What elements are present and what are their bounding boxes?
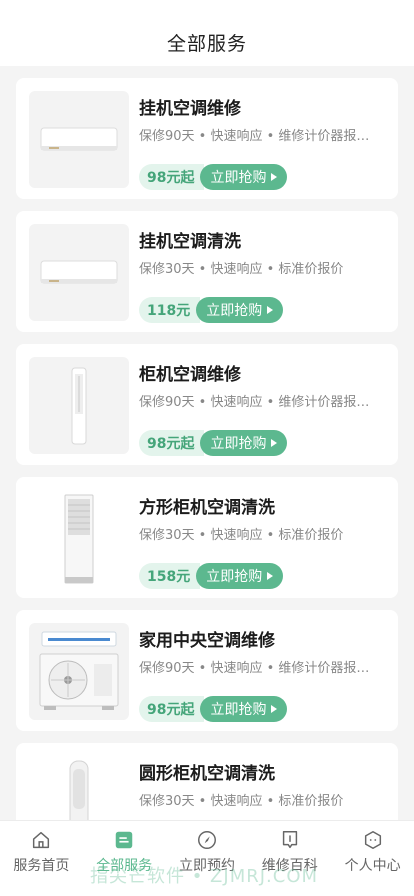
tab-all-services[interactable]: 全部服务 [83, 821, 166, 896]
service-description: 保修30天 • 快速响应 • 标准价报价 [139, 528, 344, 543]
tab-label: 立即预约 [178, 858, 235, 874]
page-title: 全部服务 [166, 33, 247, 55]
home-icon [33, 831, 50, 849]
play-arrow-icon [271, 439, 278, 447]
list-icon [115, 831, 133, 849]
user-icon [364, 831, 381, 849]
floor-ac-image [29, 490, 129, 587]
buy-now-label: 立即抢购 [206, 569, 263, 585]
service-title: 方形柜机空调清洗 [139, 498, 275, 518]
price-tag: 118元 [139, 297, 201, 323]
service-description: 保修90天 • 快速响应 • 维修计价器报价… [139, 129, 379, 144]
tab-label: 维修百科 [261, 858, 318, 874]
compass-icon [198, 831, 216, 849]
price-row: 98元起 立即抢购 [139, 164, 288, 190]
tower-ac-image [29, 357, 129, 454]
service-list[interactable]: 挂机空调维修 保修90天 • 快速响应 • 维修计价器报价… 98元起 立即抢购… [0, 66, 414, 820]
book-icon [282, 831, 297, 849]
top-bar: 全部服务 [0, 0, 414, 66]
tab-label: 个人中心 [344, 858, 401, 874]
buy-now-button[interactable]: 立即抢购 [196, 297, 284, 323]
bottom-tab-bar: 服务首页 全部服务 立即预约 维修百科 个人中心 [0, 820, 414, 896]
service-card[interactable]: 挂机空调维修 保修90天 • 快速响应 • 维修计价器报价… 98元起 立即抢购 [16, 78, 398, 199]
play-arrow-icon [271, 705, 278, 713]
tab-label: 服务首页 [13, 858, 70, 874]
service-title: 挂机空调清洗 [139, 232, 241, 252]
play-arrow-icon [267, 306, 274, 314]
tab-profile[interactable]: 个人中心 [331, 821, 414, 896]
tab-home[interactable]: 服务首页 [0, 821, 83, 896]
service-description: 保修30天 • 快速响应 • 标准价报价 [139, 262, 344, 277]
outdoor-unit-image [29, 623, 129, 720]
service-card[interactable]: 挂机空调清洗 保修30天 • 快速响应 • 标准价报价 118元 立即抢购 [16, 211, 398, 332]
wall-ac-image [29, 224, 129, 321]
round-ac-image [29, 756, 129, 820]
price-tag: 98元起 [139, 430, 205, 456]
price-row: 118元 立即抢购 [139, 297, 284, 323]
service-title: 柜机空调维修 [139, 365, 241, 385]
tab-book-now[interactable]: 立即预约 [166, 821, 249, 896]
price-tag: 98元起 [139, 696, 205, 722]
service-card[interactable]: 圆形柜机空调清洗 保修30天 • 快速响应 • 标准价报价 [16, 743, 398, 820]
buy-now-button[interactable]: 立即抢购 [200, 430, 288, 456]
play-arrow-icon [267, 572, 274, 580]
service-card[interactable]: 方形柜机空调清洗 保修30天 • 快速响应 • 标准价报价 158元 立即抢购 [16, 477, 398, 598]
buy-now-label: 立即抢购 [210, 170, 267, 186]
buy-now-button[interactable]: 立即抢购 [196, 563, 284, 589]
service-card[interactable]: 柜机空调维修 保修90天 • 快速响应 • 维修计价器报价… 98元起 立即抢购 [16, 344, 398, 465]
price-row: 98元起 立即抢购 [139, 430, 288, 456]
buy-now-label: 立即抢购 [210, 436, 267, 452]
buy-now-button[interactable]: 立即抢购 [200, 696, 288, 722]
service-description: 保修30天 • 快速响应 • 标准价报价 [139, 794, 344, 809]
service-title: 圆形柜机空调清洗 [139, 764, 275, 784]
service-title: 家用中央空调维修 [139, 631, 275, 651]
service-card[interactable]: 家用中央空调维修 保修90天 • 快速响应 • 维修计价器报价… 98元起 立即… [16, 610, 398, 731]
buy-now-button[interactable]: 立即抢购 [200, 164, 288, 190]
service-description: 保修90天 • 快速响应 • 维修计价器报价… [139, 395, 379, 410]
price-tag: 158元 [139, 563, 201, 589]
play-arrow-icon [271, 173, 278, 181]
service-title: 挂机空调维修 [139, 99, 241, 119]
buy-now-label: 立即抢购 [210, 702, 267, 718]
price-row: 158元 立即抢购 [139, 563, 284, 589]
wall-ac-image [29, 91, 129, 188]
tab-encyclopedia[interactable]: 维修百科 [248, 821, 331, 896]
tab-label: 全部服务 [96, 858, 153, 874]
price-row: 98元起 立即抢购 [139, 696, 288, 722]
service-description: 保修90天 • 快速响应 • 维修计价器报价… [139, 661, 379, 676]
price-tag: 98元起 [139, 164, 205, 190]
buy-now-label: 立即抢购 [206, 303, 263, 319]
